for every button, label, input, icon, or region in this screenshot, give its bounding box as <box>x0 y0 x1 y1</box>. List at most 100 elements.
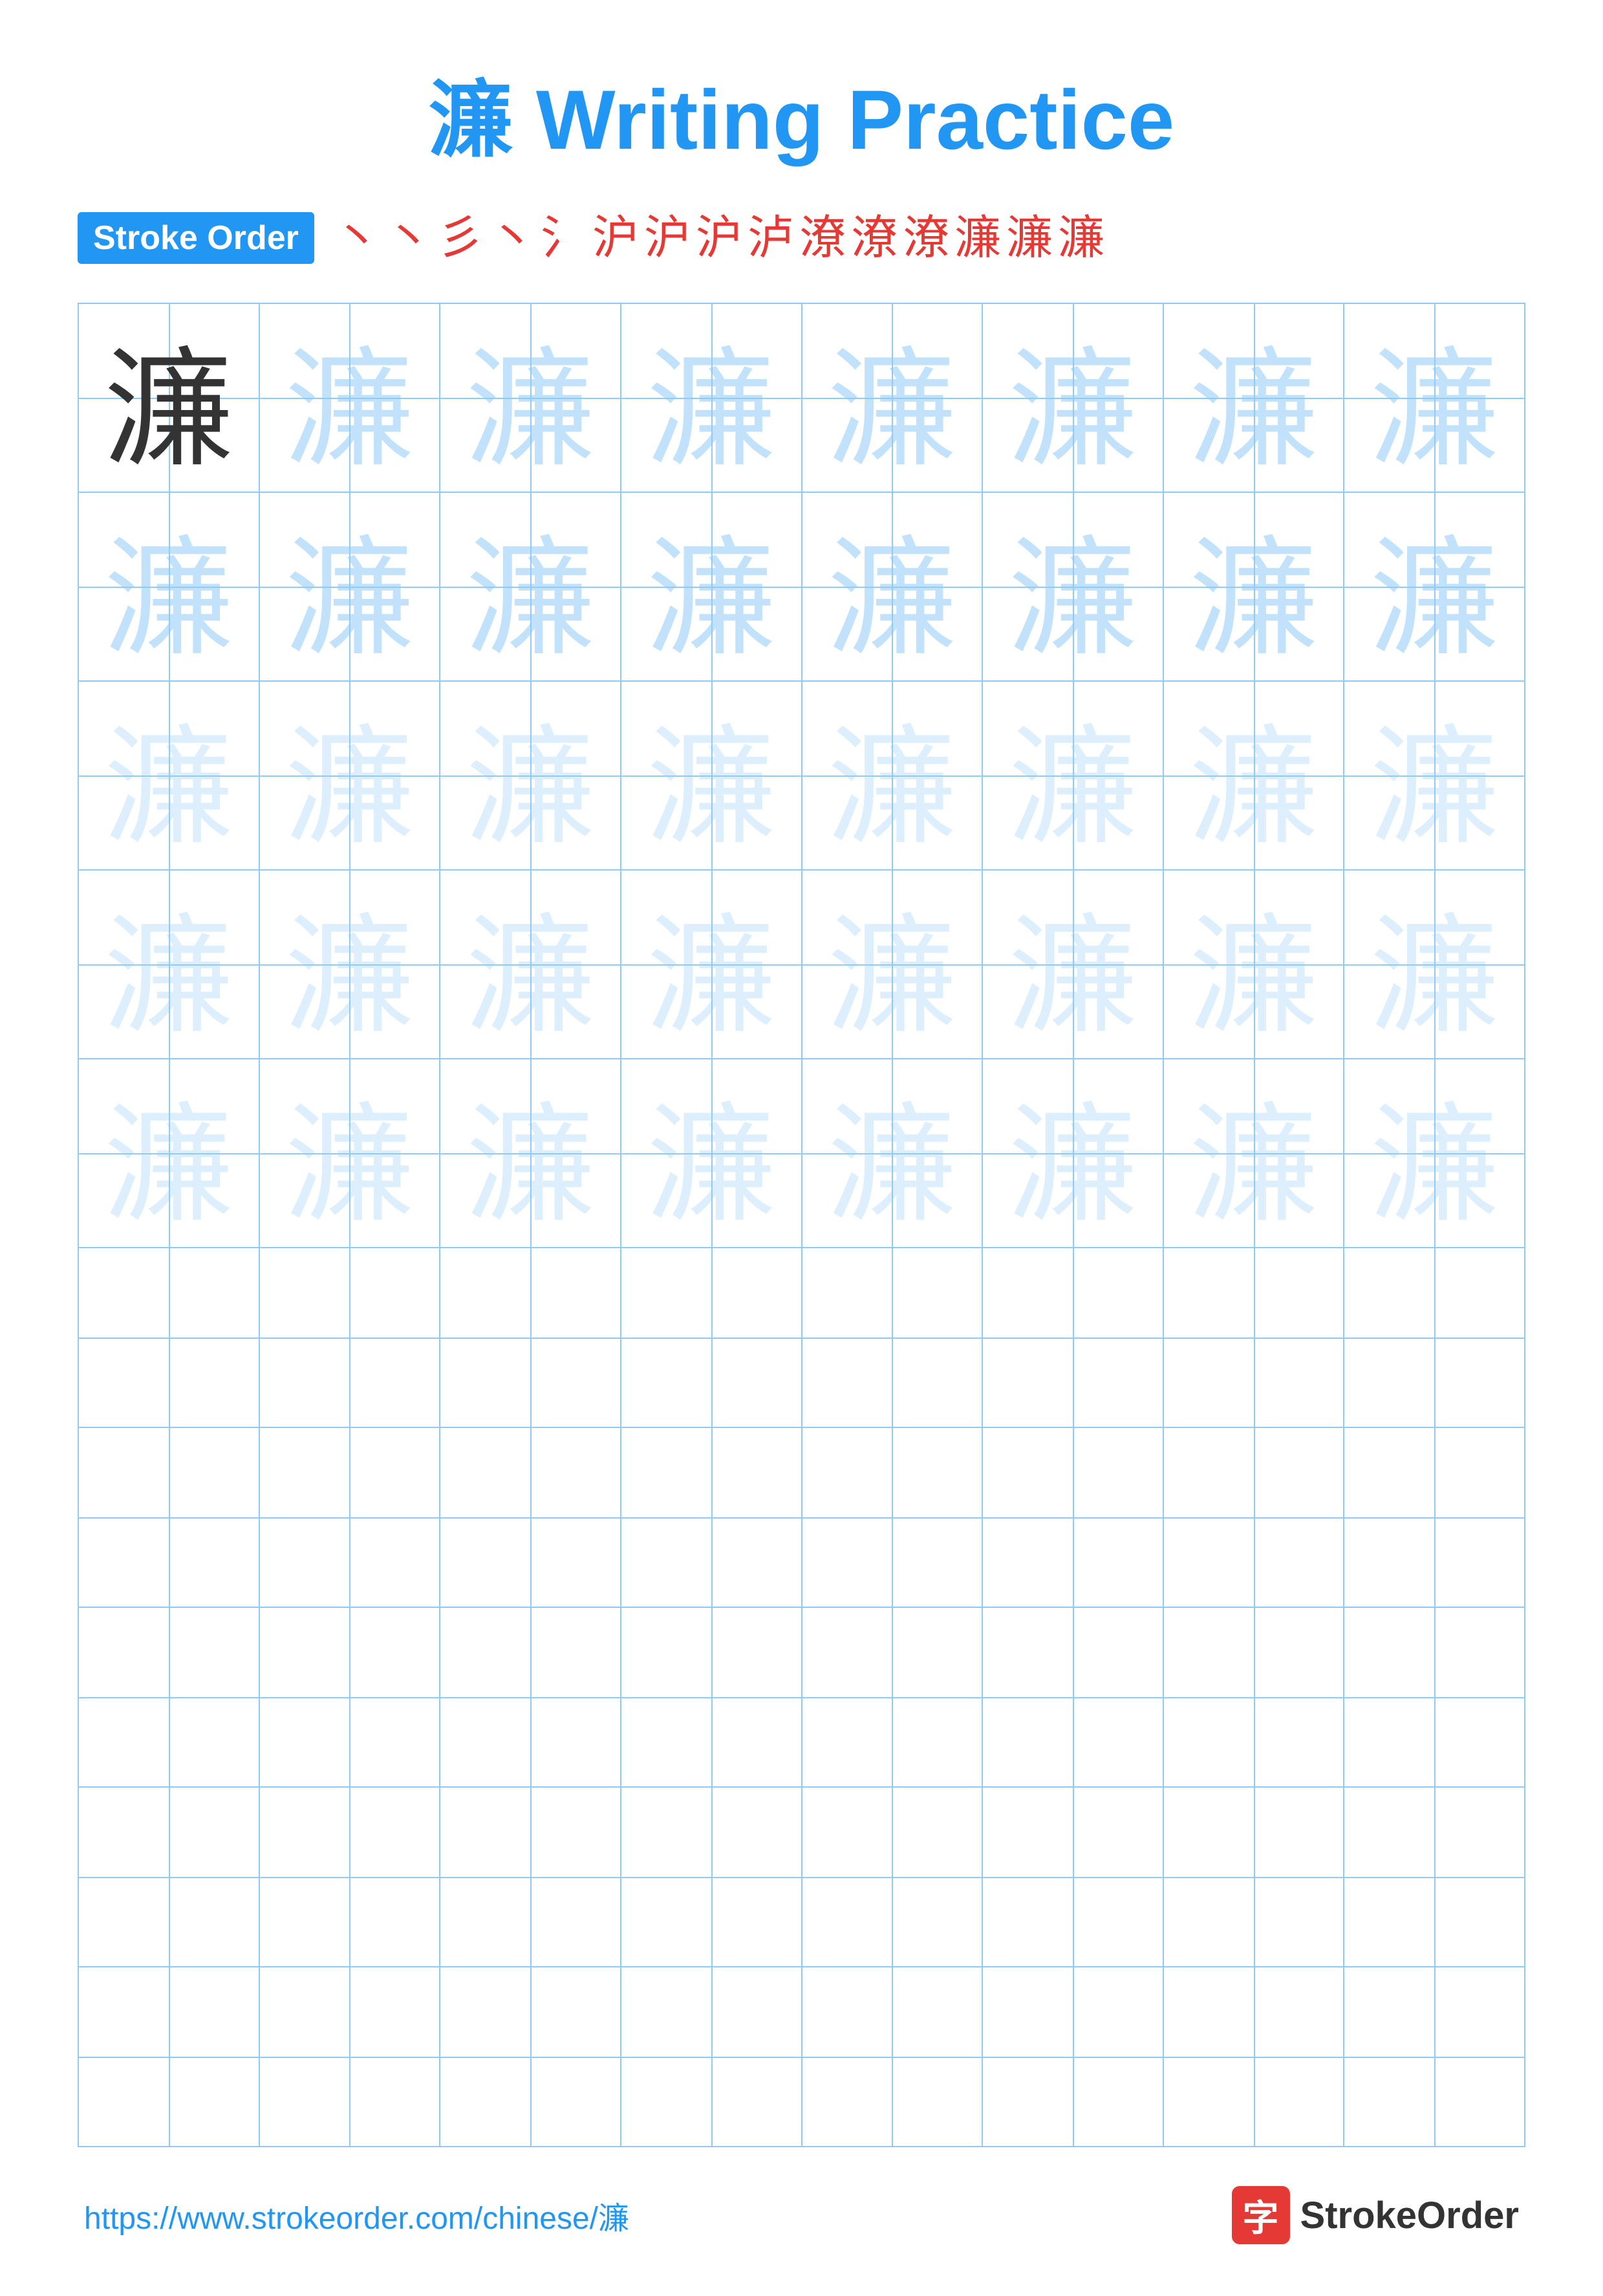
grid-cell[interactable]: 濂 <box>440 1059 621 1248</box>
grid-cell[interactable]: 濂 <box>1163 303 1344 492</box>
grid-cell[interactable]: 濂 <box>1344 1059 1525 1248</box>
grid-cell[interactable]: 濂 <box>259 492 440 681</box>
grid-cell[interactable] <box>982 1607 1163 1787</box>
grid-cell[interactable] <box>440 1248 621 1427</box>
footer-url[interactable]: https://www.strokeorder.com/chinese/濂 <box>84 2193 629 2238</box>
practice-char: 濂 <box>1008 717 1137 860</box>
grid-cell[interactable]: 濂 <box>982 870 1163 1059</box>
grid-cell[interactable]: 濂 <box>802 681 983 870</box>
practice-char: 濂 <box>104 340 233 482</box>
grid-cell[interactable] <box>621 1607 802 1787</box>
grid-cell[interactable] <box>1163 1607 1344 1787</box>
grid-cell[interactable] <box>259 1967 440 2147</box>
grid-cell[interactable] <box>259 1787 440 1967</box>
grid-cell[interactable] <box>440 1607 621 1787</box>
grid-cell[interactable] <box>621 1248 802 1427</box>
grid-cell[interactable]: 濂 <box>802 303 983 492</box>
grid-cell[interactable]: 濂 <box>440 870 621 1059</box>
practice-char: 濂 <box>827 717 956 860</box>
grid-cell[interactable] <box>259 1248 440 1427</box>
grid-cell[interactable]: 濂 <box>1344 870 1525 1059</box>
grid-cell[interactable]: 濂 <box>982 303 1163 492</box>
grid-cell[interactable]: 濂 <box>621 303 802 492</box>
grid-cell[interactable] <box>621 1427 802 1607</box>
grid-cell[interactable]: 濂 <box>982 492 1163 681</box>
stroke-13: 濂 <box>954 215 1001 261</box>
grid-cell[interactable] <box>1163 1427 1344 1607</box>
practice-char: 濂 <box>1189 1095 1318 1238</box>
stroke-15: 濂 <box>1058 215 1104 261</box>
grid-cell[interactable]: 濂 <box>259 1059 440 1248</box>
grid-cell[interactable]: 濂 <box>802 1059 983 1248</box>
grid-cell[interactable] <box>1344 1427 1525 1607</box>
grid-cell[interactable]: 濂 <box>621 681 802 870</box>
practice-char: 濂 <box>647 906 776 1049</box>
grid-cell[interactable] <box>440 1967 621 2147</box>
grid-cell[interactable]: 濂 <box>802 870 983 1059</box>
grid-cell[interactable]: 濂 <box>1344 681 1525 870</box>
grid-cell[interactable]: 濂 <box>621 870 802 1059</box>
grid-cell[interactable]: 濂 <box>1163 870 1344 1059</box>
grid-cell[interactable] <box>982 1787 1163 1967</box>
grid-cell[interactable] <box>440 1427 621 1607</box>
grid-cell[interactable] <box>440 1787 621 1967</box>
grid-cell[interactable] <box>802 1787 983 1967</box>
practice-char: 濂 <box>104 717 233 860</box>
grid-cell[interactable]: 濂 <box>621 492 802 681</box>
logo-text: StrokeOrder <box>1300 2194 1519 2237</box>
grid-cell[interactable]: 濂 <box>982 1059 1163 1248</box>
grid-cell[interactable] <box>1344 1967 1525 2147</box>
grid-cell[interactable] <box>1344 1248 1525 1427</box>
grid-cell[interactable] <box>802 1967 983 2147</box>
grid-cell[interactable]: 濂 <box>802 492 983 681</box>
practice-char: 濂 <box>1370 906 1499 1049</box>
stroke-4: 丶 <box>489 215 535 261</box>
stroke-7: 沪 <box>644 215 691 261</box>
grid-cell[interactable]: 濂 <box>78 870 259 1059</box>
grid-cell[interactable]: 濂 <box>982 681 1163 870</box>
grid-cell[interactable] <box>802 1248 983 1427</box>
grid-cell[interactable] <box>982 1967 1163 2147</box>
grid-cell[interactable]: 濂 <box>440 681 621 870</box>
grid-cell[interactable] <box>802 1427 983 1607</box>
table-row <box>78 1427 1525 1607</box>
grid-cell[interactable] <box>1163 1787 1344 1967</box>
practice-char: 濂 <box>466 1095 595 1238</box>
practice-char: 濂 <box>1008 340 1137 482</box>
grid-cell[interactable] <box>78 1967 259 2147</box>
grid-cell[interactable] <box>982 1248 1163 1427</box>
grid-cell[interactable]: 濂 <box>259 870 440 1059</box>
grid-cell[interactable]: 濂 <box>78 681 259 870</box>
grid-cell[interactable]: 濂 <box>440 492 621 681</box>
grid-cell[interactable]: 濂 <box>78 1059 259 1248</box>
grid-cell[interactable]: 濂 <box>78 492 259 681</box>
grid-cell[interactable] <box>78 1248 259 1427</box>
practice-char: 濂 <box>285 717 414 860</box>
practice-char: 濂 <box>647 717 776 860</box>
grid-cell[interactable]: 濂 <box>1344 492 1525 681</box>
grid-cell[interactable] <box>78 1787 259 1967</box>
grid-cell[interactable]: 濂 <box>78 303 259 492</box>
grid-cell[interactable] <box>621 1967 802 2147</box>
grid-cell[interactable]: 濂 <box>1344 303 1525 492</box>
grid-cell[interactable]: 濂 <box>1163 681 1344 870</box>
grid-cell[interactable]: 濂 <box>621 1059 802 1248</box>
grid-cell[interactable] <box>1163 1248 1344 1427</box>
grid-cell[interactable] <box>982 1427 1163 1607</box>
grid-cell[interactable] <box>259 1607 440 1787</box>
grid-cell[interactable]: 濂 <box>259 303 440 492</box>
stroke-3: 彡 <box>437 215 484 261</box>
practice-char: 濂 <box>1370 340 1499 482</box>
grid-cell[interactable] <box>78 1607 259 1787</box>
grid-cell[interactable] <box>1344 1787 1525 1967</box>
grid-cell[interactable] <box>259 1427 440 1607</box>
grid-cell[interactable] <box>621 1787 802 1967</box>
grid-cell[interactable]: 濂 <box>1163 492 1344 681</box>
grid-cell[interactable]: 濂 <box>259 681 440 870</box>
grid-cell[interactable] <box>78 1427 259 1607</box>
grid-cell[interactable]: 濂 <box>440 303 621 492</box>
grid-cell[interactable] <box>1344 1607 1525 1787</box>
grid-cell[interactable] <box>802 1607 983 1787</box>
grid-cell[interactable]: 濂 <box>1163 1059 1344 1248</box>
grid-cell[interactable] <box>1163 1967 1344 2147</box>
